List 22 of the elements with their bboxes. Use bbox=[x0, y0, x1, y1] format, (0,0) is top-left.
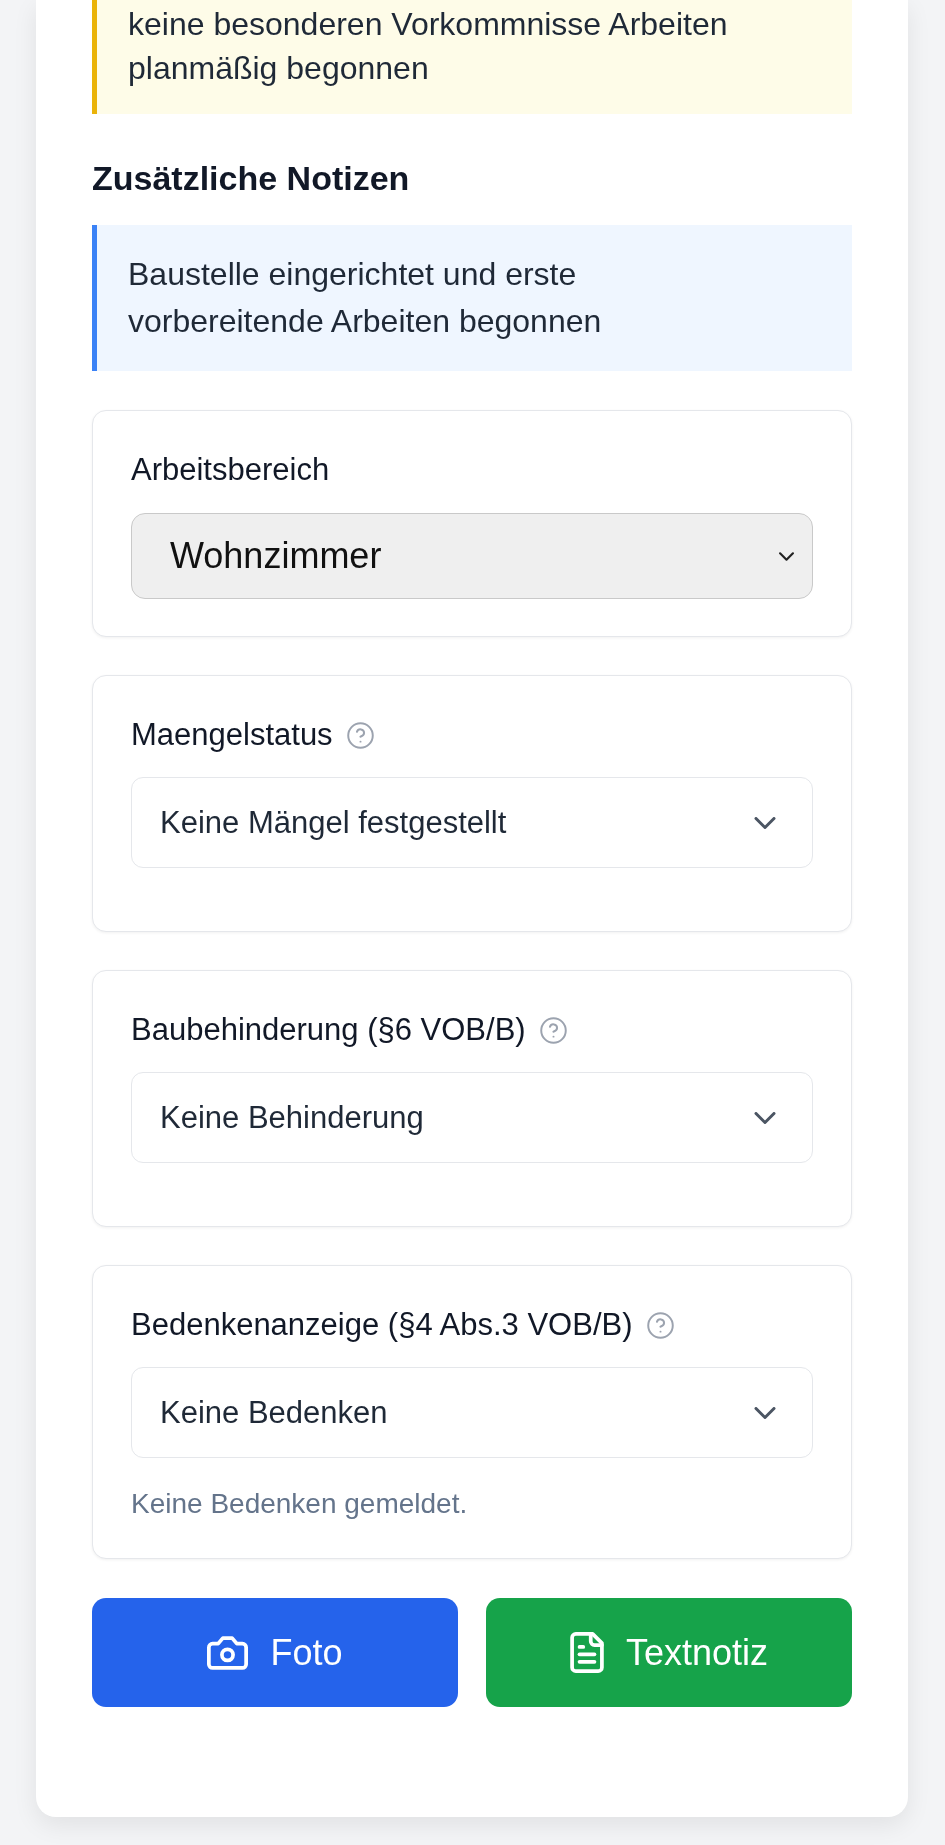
notes-text: Baustelle eingerichtet und erste vorbereitende Arbeiten begonnen bbox=[128, 255, 603, 341]
select-field[interactable]: Wohnzimmer bbox=[131, 513, 813, 599]
chevron-down-icon bbox=[754, 816, 776, 829]
chevron-down-icon bbox=[754, 1406, 776, 1419]
help-icon[interactable] bbox=[646, 1311, 674, 1339]
field-label: Maengelstatus bbox=[131, 716, 333, 754]
field-label: Baubehinderung (§6 VOB/B) bbox=[131, 1011, 526, 1049]
chevron-down-icon bbox=[779, 551, 794, 561]
chevron-down-icon bbox=[754, 1111, 776, 1124]
document-icon bbox=[569, 1632, 604, 1673]
hint-text: Keine Bedenken gemeldet. bbox=[131, 1487, 469, 1521]
photo-button[interactable]: Foto bbox=[92, 1598, 458, 1707]
callout-text: keine besonderen Vorkommnisse Arbeiten planmäßig begonnen bbox=[128, 5, 729, 88]
select-field[interactable]: Keine Mängel festgestellt bbox=[131, 777, 813, 868]
field-label: Bedenkenanzeige (§4 Abs.3 VOB/B) bbox=[131, 1306, 633, 1344]
section-heading: Zusätzliche Notizen bbox=[92, 158, 411, 199]
help-icon[interactable] bbox=[539, 1016, 567, 1044]
camera-icon bbox=[207, 1635, 249, 1670]
help-icon[interactable] bbox=[346, 721, 374, 749]
field-label: Arbeitsbereich bbox=[131, 451, 330, 489]
select-field[interactable]: Keine Bedenken bbox=[131, 1367, 813, 1458]
select-field[interactable]: Keine Behinderung bbox=[131, 1072, 813, 1163]
